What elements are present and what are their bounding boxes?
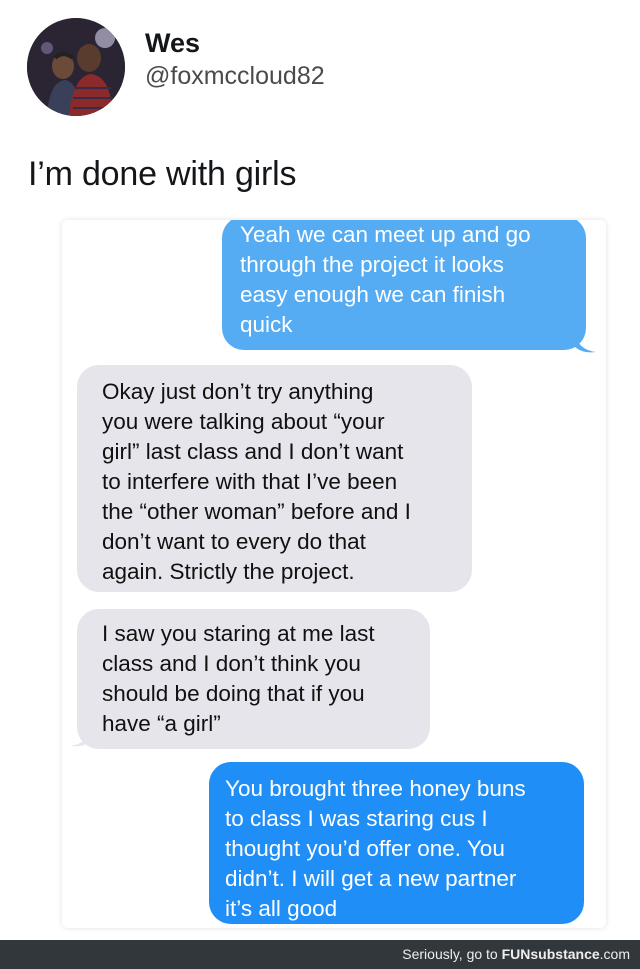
message-line: You brought three honey buns [225, 776, 526, 801]
message-line: thought you’d offer one. You [225, 836, 505, 861]
bubble-tail-icon [574, 332, 596, 353]
message-line: Yeah we can meet up and go [240, 222, 531, 247]
message-line: to interfere with that I’ve been [102, 469, 398, 494]
message-line: through the project it looks [240, 252, 504, 277]
message-line: Okay just don’t try anything [102, 379, 374, 404]
message-line: again. Strictly the project. [102, 559, 355, 584]
message-line: the “other woman” before and I [102, 499, 411, 524]
message-line: class and I don’t think you [102, 651, 361, 676]
message-line: didn’t. I will get a new partner [225, 866, 517, 891]
avatar-photo-icon [27, 18, 125, 116]
message-line: have “a girl” [102, 711, 221, 736]
watermark-suffix: .com [599, 946, 630, 962]
tweet-text: I’m done with girls [28, 155, 297, 193]
message-line: you were talking about “your [102, 409, 385, 434]
watermark-footer: Seriously, go to FUNsubstance.com [0, 940, 640, 969]
user-handle[interactable]: @foxmccloud82 [145, 62, 325, 91]
message-line: should be doing that if you [102, 681, 365, 706]
message-line: I saw you staring at me last [102, 621, 375, 646]
watermark-brand: FUNsubstance [501, 946, 600, 962]
watermark-text: Seriously, go to FUNsubstance.com [402, 946, 630, 962]
message-bubble-incoming: I saw you staring at me last class and I… [77, 609, 430, 749]
bubble-tail-icon [70, 726, 92, 747]
tweet-header: Wes @foxmccloud82 [0, 0, 640, 130]
message-bubble-outgoing: Yeah we can meet up and go through the p… [222, 220, 586, 350]
message-line: girl” last class and I don’t want [102, 439, 404, 464]
message-bubble-outgoing: You brought three honey buns to class I … [209, 762, 584, 924]
watermark-prefix: Seriously, go to [402, 946, 502, 962]
message-line: quick [240, 312, 293, 337]
avatar[interactable] [27, 18, 125, 116]
display-name[interactable]: Wes [145, 28, 200, 59]
message-line: don’t want to every do that [102, 529, 366, 554]
message-bubble-incoming: Okay just don’t try anything you were ta… [77, 365, 472, 592]
message-line: easy enough we can finish [240, 282, 506, 307]
message-line: it’s all good [225, 896, 338, 921]
message-line: to class I was staring cus I [225, 806, 488, 831]
message-thread-screenshot: Yeah we can meet up and go through the p… [62, 220, 606, 928]
